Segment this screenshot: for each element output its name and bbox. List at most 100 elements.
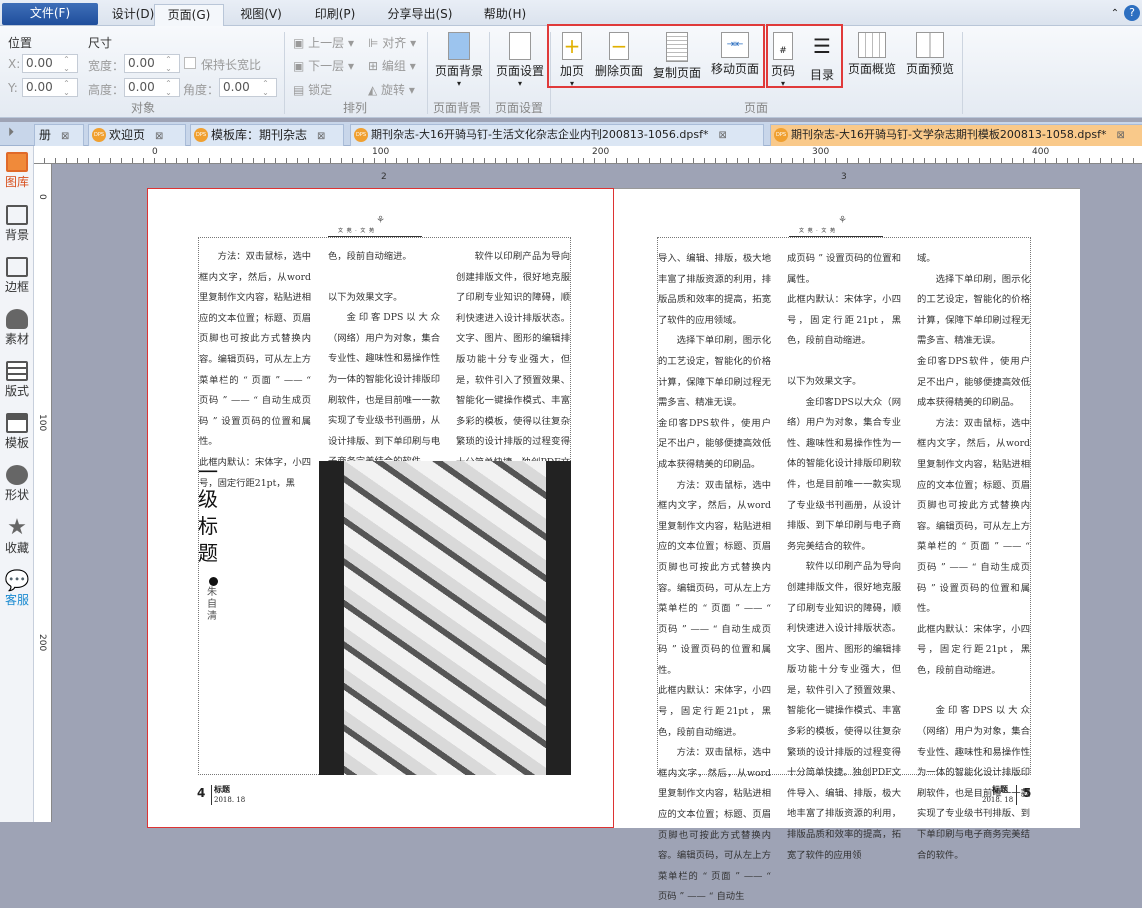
rotate-icon: ◭ bbox=[368, 83, 382, 97]
text-column-3[interactable]: 软件以印刷产品为导向创建排版文件，很好地克服了印刷专业知识的障碍，顺利快速进入设… bbox=[456, 247, 570, 494]
arrange-group-label: 排列 bbox=[343, 101, 368, 115]
border-icon bbox=[6, 257, 28, 277]
y-input[interactable]: 0.00 bbox=[22, 78, 78, 97]
menu-file[interactable]: 文件(F) bbox=[2, 3, 98, 25]
page-preview-button[interactable]: 页面预览 bbox=[903, 32, 957, 77]
sidebar-item-materials[interactable]: 素材 bbox=[0, 309, 34, 347]
paragraph: 域。 bbox=[917, 253, 936, 264]
footer-title: 标题 bbox=[214, 785, 230, 794]
width-input[interactable]: 0.00 bbox=[124, 54, 180, 73]
text-column-2[interactable]: 成页码 ” 设置页码的位置和属性。 此框内默认：宋体字，小四号，固定行距21pt，… bbox=[787, 249, 901, 866]
paragraph: 软件以印刷产品为导向创建排版文件，很好地克服了印刷专业知识的障碍，顺利快速进入设… bbox=[787, 561, 901, 861]
sidebar-item-gallery[interactable]: 图库 bbox=[0, 152, 34, 190]
ruler-tick: 100 bbox=[37, 414, 47, 432]
tab-manual[interactable]: 册 ⊠ bbox=[34, 124, 84, 146]
angle-input[interactable]: 0.00 bbox=[219, 78, 277, 97]
menu-view[interactable]: 视图(V) bbox=[226, 4, 296, 26]
paragraph: 成页码 ” 设置页码的位置和属性。 bbox=[787, 253, 901, 285]
paragraph: 金印客DPS以大众（网络）用户为对象，集合专业性、趣味性和易操作性为一体的智能化… bbox=[917, 705, 1030, 861]
sidebar-item-border[interactable]: 边框 bbox=[0, 257, 34, 295]
menu-print[interactable]: 印刷(P) bbox=[300, 4, 370, 26]
paragraph: 金印客DPS软件，使用户足不出户，能够便捷高效低成本获得精美的印刷品。 bbox=[658, 417, 771, 470]
send-backward-button[interactable]: ▣ 下一层 ▾ bbox=[293, 57, 354, 74]
tab-template-library[interactable]: DPS 模板库：期刊杂志 ⊠ bbox=[190, 124, 344, 146]
align-button[interactable]: ⊫ 对齐 ▾ bbox=[368, 34, 416, 51]
sidebar-item-layout[interactable]: 版式 bbox=[0, 361, 34, 399]
size-label: 尺寸 bbox=[88, 36, 113, 50]
text-column-2[interactable]: 色，段前自动缩进。 以下为效果文字。 金印客DPS以大众（网络）用户为对象，集合专业… bbox=[328, 247, 440, 473]
group-icon: ⊞ bbox=[368, 59, 382, 73]
layer-down-icon: ▣ bbox=[293, 59, 309, 73]
text-column-3[interactable]: 域。选择下单印刷，图示化的工艺设定，智能化的价格计算，保障下单印刷过程无需多言、… bbox=[917, 249, 1030, 866]
layout-icon bbox=[6, 361, 28, 381]
left-sidebar: 图库 背景 边框 素材 版式 模板 形状 ★ 收藏 💬 客服 bbox=[0, 146, 34, 822]
ruler-tick: 0 bbox=[37, 194, 47, 200]
angle-label: 角度： bbox=[183, 83, 220, 97]
page-setup-button[interactable]: 页面设置 ▾ bbox=[493, 32, 547, 88]
close-icon[interactable]: ⊠ bbox=[317, 127, 325, 147]
dps-logo-icon: DPS bbox=[774, 128, 788, 142]
sidebar-item-shapes[interactable]: 形状 bbox=[0, 465, 34, 503]
document-tabs: ⏵ 册 ⊠ DPS 欢迎页 ⊠ DPS 模板库：期刊杂志 ⊠ DPS 期刊杂志-大16开骑马… bbox=[0, 122, 1142, 146]
page-background-button[interactable]: 页面背景 ▾ bbox=[432, 32, 486, 88]
dps-logo-icon: DPS bbox=[92, 128, 106, 142]
escalator-photo[interactable] bbox=[319, 461, 571, 775]
tab-scroll-icon[interactable]: ⏵ bbox=[8, 125, 14, 140]
paragraph: 选择下单印刷，图示化的工艺设定，智能化的价格计算，保障下单印刷过程无需多言、精准… bbox=[917, 273, 1030, 347]
sidebar-item-background[interactable]: 背景 bbox=[0, 205, 34, 243]
close-icon[interactable]: ⊠ bbox=[1116, 126, 1124, 146]
left-page[interactable]: ⚘ 文 苑 · 文 苑 方法：双击鼠标，选中框内文字，然后，从word里复制作文… bbox=[147, 188, 614, 828]
page-number: 4 bbox=[197, 786, 206, 800]
page-marker: 3 bbox=[841, 172, 847, 182]
ruler-tick: 200 bbox=[592, 147, 610, 157]
close-icon[interactable]: ⊠ bbox=[155, 127, 163, 147]
paragraph: 金印客DPS以大众（网络）用户为对象，集合专业性、趣味性和易操作性为一体的智能化… bbox=[787, 396, 901, 552]
paragraph: 金印客DPS软件，使用户足不出户，能够便捷高效低成本获得精美的印刷品。 bbox=[917, 355, 1030, 409]
paragraph: 以下为效果文字。 bbox=[787, 375, 862, 387]
layer-up-icon: ▣ bbox=[293, 36, 309, 50]
ruler-tick: 200 bbox=[37, 634, 47, 652]
sidebar-item-favorites[interactable]: ★ 收藏 bbox=[0, 517, 34, 556]
footer-date: 2018. 18 bbox=[214, 796, 246, 804]
text-column-1[interactable]: 方法：双击鼠标，选中框内文字，然后，从word里复制作文内容，粘贴进相应的文本位… bbox=[199, 247, 311, 494]
lock-button[interactable]: ▤ 锁定 bbox=[293, 81, 332, 98]
height-label: 高度： bbox=[88, 83, 125, 97]
ribbon: 位置 X: 0.00 Y: 0.00 尺寸 宽度： 0.00 高度： 0.00 … bbox=[0, 24, 1142, 118]
x-input[interactable]: 0.00 bbox=[22, 54, 78, 73]
y-label: Y: bbox=[8, 81, 18, 95]
ruler-tick: 100 bbox=[372, 147, 390, 157]
text-column-1[interactable]: 导入、编辑、排版，极大地丰富了排版资源的利用，排版品质和效率的提高，拓宽了软件的… bbox=[658, 249, 771, 908]
page-number: 5 bbox=[1023, 786, 1032, 800]
menu-help[interactable]: 帮助(H) bbox=[470, 4, 540, 26]
footer-title: 标题 bbox=[992, 785, 1008, 794]
rotate-button[interactable]: ◭ 旋转 ▾ bbox=[368, 81, 415, 98]
template-icon bbox=[6, 413, 28, 433]
group-button[interactable]: ⊞ 编组 ▾ bbox=[368, 57, 416, 74]
help-icon[interactable]: ? bbox=[1124, 5, 1140, 21]
bring-forward-button[interactable]: ▣ 上一层 ▾ bbox=[293, 34, 354, 51]
page-overview-button[interactable]: 页面概览 bbox=[845, 32, 899, 77]
menu-share-export[interactable]: 分享导出(S) bbox=[375, 4, 465, 26]
paragraph: 此框内默认：宋体字，小四号，固定行距21pt，黑色，段前自动缩进。 bbox=[658, 685, 771, 738]
close-icon[interactable]: ⊠ bbox=[718, 126, 726, 146]
materials-icon bbox=[6, 309, 28, 329]
tab-welcome[interactable]: DPS 欢迎页 ⊠ bbox=[88, 124, 186, 146]
ruler-tick: 300 bbox=[812, 147, 830, 157]
tab-document-1058[interactable]: DPS 期刊杂志-大16开骑马钉-文学杂志期刊模板200813-1058.dpsf… bbox=[770, 124, 1142, 146]
keep-ratio-checkbox[interactable] bbox=[184, 57, 196, 69]
shapes-icon bbox=[6, 465, 28, 485]
paint-bucket-icon bbox=[448, 32, 470, 60]
tab-document-1056[interactable]: DPS 期刊杂志-大16开骑马钉-生活文化杂志企业内刊200813-1056.dp… bbox=[350, 124, 764, 146]
close-icon[interactable]: ⊠ bbox=[61, 127, 69, 147]
sidebar-item-support[interactable]: 💬 客服 bbox=[0, 569, 34, 608]
menu-page[interactable]: 页面(G) bbox=[154, 4, 224, 27]
chat-icon: 💬 bbox=[4, 568, 30, 592]
bullet-icon bbox=[209, 577, 218, 586]
article-title[interactable]: 一级标题 bbox=[198, 459, 220, 567]
right-page[interactable]: ⚘ 文 苑 · 文 苑 导入、编辑、排版，极大地丰富了排版资源的利用，排版品质和… bbox=[614, 188, 1080, 902]
page-overview-icon bbox=[858, 32, 886, 58]
ruler-tick: 400 bbox=[1032, 147, 1050, 157]
height-input[interactable]: 0.00 bbox=[124, 78, 180, 97]
collapse-ribbon-icon[interactable]: ⌃ bbox=[1108, 4, 1122, 26]
sidebar-item-template[interactable]: 模板 bbox=[0, 413, 34, 451]
